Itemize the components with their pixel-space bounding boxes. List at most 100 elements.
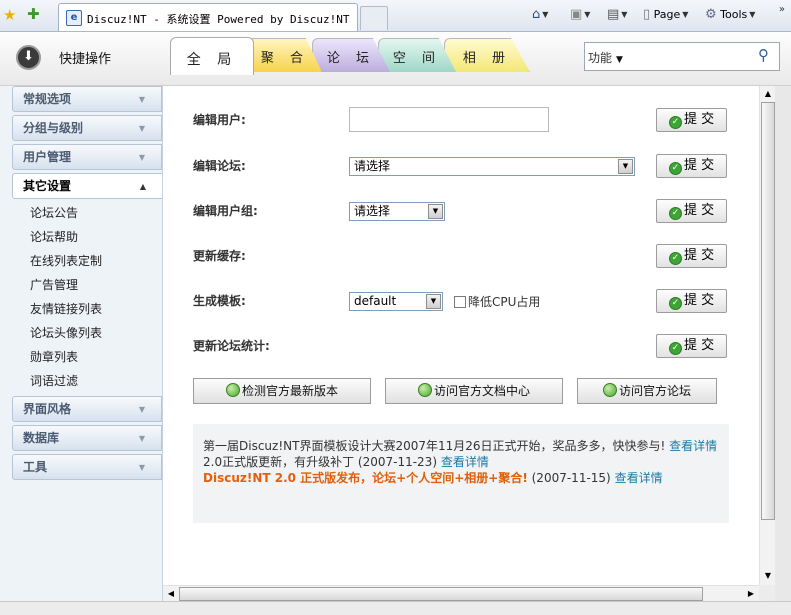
form-label: 编辑用户组:: [193, 204, 258, 218]
scroll-down-icon[interactable]: ▼: [760, 568, 776, 584]
submit-label: 提 交: [684, 158, 715, 173]
news-link[interactable]: 查看详情: [441, 455, 489, 469]
check-icon: ✓: [669, 342, 682, 355]
horizontal-scrollbar[interactable]: ◀ ▶: [163, 585, 759, 601]
submit-button[interactable]: ✓ 提 交: [656, 289, 727, 313]
sidebar-section-database[interactable]: 数据库 ▼: [12, 425, 162, 451]
function-search-box[interactable]: 功能 ▼ ⚲: [584, 42, 780, 71]
news-link[interactable]: 查看详情: [669, 439, 717, 453]
edit-user-input[interactable]: [349, 107, 549, 132]
select-value: 请选择: [354, 204, 391, 218]
favorites-star-icon[interactable]: ★: [3, 6, 16, 24]
tab-global[interactable]: 全 局: [170, 37, 254, 75]
edit-usergroup-select[interactable]: 请选择 ▼: [349, 202, 445, 221]
function-dropdown[interactable]: 功能 ▼: [588, 49, 623, 66]
chevron-down-icon: ▼: [618, 159, 633, 174]
news-text: 第一届Discuz!NT界面模板设计大赛2007年11月26日正式开始，奖品多多…: [203, 439, 666, 453]
sidebar-item-medals[interactable]: 勋章列表: [30, 349, 78, 365]
select-value: default: [354, 294, 397, 308]
check-version-button[interactable]: 检测官方最新版本: [193, 378, 371, 404]
sidebar-item-ads[interactable]: 广告管理: [30, 277, 78, 293]
chevron-down-icon: ▼: [428, 204, 443, 219]
page-menu[interactable]: ▯ Page ▼: [643, 7, 688, 23]
submit-button[interactable]: ✓ 提 交: [656, 154, 727, 178]
submit-label: 提 交: [684, 293, 715, 308]
select-value: 请选择: [354, 159, 391, 173]
chevron-down-icon: ▼: [138, 434, 145, 443]
chevron-down-icon: ▼: [138, 124, 145, 133]
sidebar-section-label: 其它设置: [23, 179, 72, 193]
page-menu-label: Page: [653, 8, 681, 21]
sidebar-section-themes[interactable]: 界面风格 ▼: [12, 396, 162, 422]
form-label: 编辑用户:: [193, 113, 246, 127]
visit-docs-button[interactable]: 访问官方文档中心: [385, 378, 563, 404]
home-button[interactable]: ⌂ ▼: [532, 7, 548, 23]
page-icon: ▯: [643, 7, 651, 22]
template-select[interactable]: default ▼: [349, 292, 443, 311]
toolbar-expand-icon[interactable]: »: [779, 4, 785, 15]
feeds-button[interactable]: ▣ ▼: [570, 7, 590, 23]
search-icon[interactable]: ⚲: [758, 46, 769, 64]
sidebar-section-tools[interactable]: 工具 ▼: [12, 454, 162, 480]
sidebar-item-announcement[interactable]: 论坛公告: [30, 205, 78, 221]
arrow-down-circle-icon: ⬇: [16, 44, 41, 70]
chevron-down-icon: ▼: [584, 10, 591, 19]
news-link[interactable]: 查看详情: [615, 471, 663, 485]
sidebar-section-users[interactable]: 用户管理 ▼: [12, 144, 162, 170]
low-cpu-checkbox[interactable]: [454, 296, 466, 308]
add-favorites-icon[interactable]: ✚: [27, 5, 40, 23]
scroll-left-icon[interactable]: ◀: [163, 586, 179, 602]
visit-forum-button[interactable]: 访问官方论坛: [577, 378, 717, 404]
check-icon: ✓: [669, 252, 682, 265]
quick-ops-button[interactable]: ⬇ 快捷操作: [16, 44, 111, 70]
news-item: 第一届Discuz!NT界面模板设计大赛2007年11月26日正式开始，奖品多多…: [203, 439, 717, 454]
submit-button[interactable]: ✓ 提 交: [656, 244, 727, 268]
scroll-right-icon[interactable]: ▶: [743, 586, 759, 602]
news-item: 2.0正式版更新，有升级补丁 (2007-11-23) 查看详情: [203, 455, 489, 470]
sidebar-item-online-list[interactable]: 在线列表定制: [30, 253, 102, 269]
sidebar-section-groups[interactable]: 分组与级别 ▼: [12, 115, 162, 141]
scroll-thumb[interactable]: [179, 587, 703, 601]
check-icon: ✓: [669, 116, 682, 129]
browser-tab-active[interactable]: e Discuz!NT - 系统设置 Powered by Discuz!NT: [58, 3, 358, 31]
vertical-scrollbar[interactable]: ▲ ▼: [759, 86, 776, 585]
sidebar-section-other[interactable]: 其它设置 ▲: [12, 173, 162, 199]
chevron-down-icon: ▼: [138, 153, 145, 162]
sidebar-item-word-filter[interactable]: 词语过滤: [30, 373, 78, 389]
low-cpu-label: 降低CPU占用: [468, 295, 541, 309]
browser-tab-title: Discuz!NT - 系统设置 Powered by Discuz!NT: [87, 13, 350, 26]
form-label: 更新缓存:: [193, 249, 246, 263]
submit-button[interactable]: ✓ 提 交: [656, 108, 727, 132]
edit-forum-select[interactable]: 请选择 ▼: [349, 157, 635, 176]
news-text: 2.0正式版更新，有升级补丁 (2007-11-23): [203, 455, 438, 469]
chevron-down-icon: ▼: [749, 10, 756, 19]
scrollbar-corner: [759, 585, 775, 601]
scroll-thumb[interactable]: [761, 102, 775, 520]
browser-toolbar: ★ ✚ e Discuz!NT - 系统设置 Powered by Discuz…: [0, 0, 791, 32]
check-icon: ✓: [669, 162, 682, 175]
window-edge: [775, 86, 791, 601]
visit-forum-label: 访问官方论坛: [618, 384, 691, 398]
globe-icon: [225, 383, 240, 397]
sidebar-section-label: 工具: [23, 460, 48, 474]
submit-button[interactable]: ✓ 提 交: [656, 199, 727, 223]
gear-icon: ⚙: [705, 7, 717, 22]
sidebar-item-links[interactable]: 友情链接列表: [30, 301, 102, 317]
sidebar-section-label: 分组与级别: [23, 121, 84, 135]
print-button[interactable]: ▤ ▼: [607, 7, 627, 23]
tools-menu[interactable]: ⚙ Tools ▼: [705, 7, 755, 23]
new-tab-button[interactable]: [360, 6, 388, 30]
globe-icon: [602, 383, 617, 397]
news-hot-text: Discuz!NT 2.0 正式版发布，论坛+个人空间+相册+聚合!: [203, 471, 528, 485]
submit-label: 提 交: [684, 112, 715, 127]
sidebar-item-help[interactable]: 论坛帮助: [30, 229, 78, 245]
chevron-up-icon: ▲: [139, 182, 146, 191]
status-bar: [0, 601, 791, 615]
submit-label: 提 交: [684, 338, 715, 353]
sidebar-section-general[interactable]: 常规选项 ▼: [12, 86, 162, 112]
sidebar-section-label: 数据库: [23, 431, 60, 445]
sidebar-item-avatars[interactable]: 论坛头像列表: [30, 325, 102, 341]
scroll-up-icon[interactable]: ▲: [760, 86, 776, 102]
home-icon: ⌂: [532, 7, 541, 22]
submit-button[interactable]: ✓ 提 交: [656, 334, 727, 358]
